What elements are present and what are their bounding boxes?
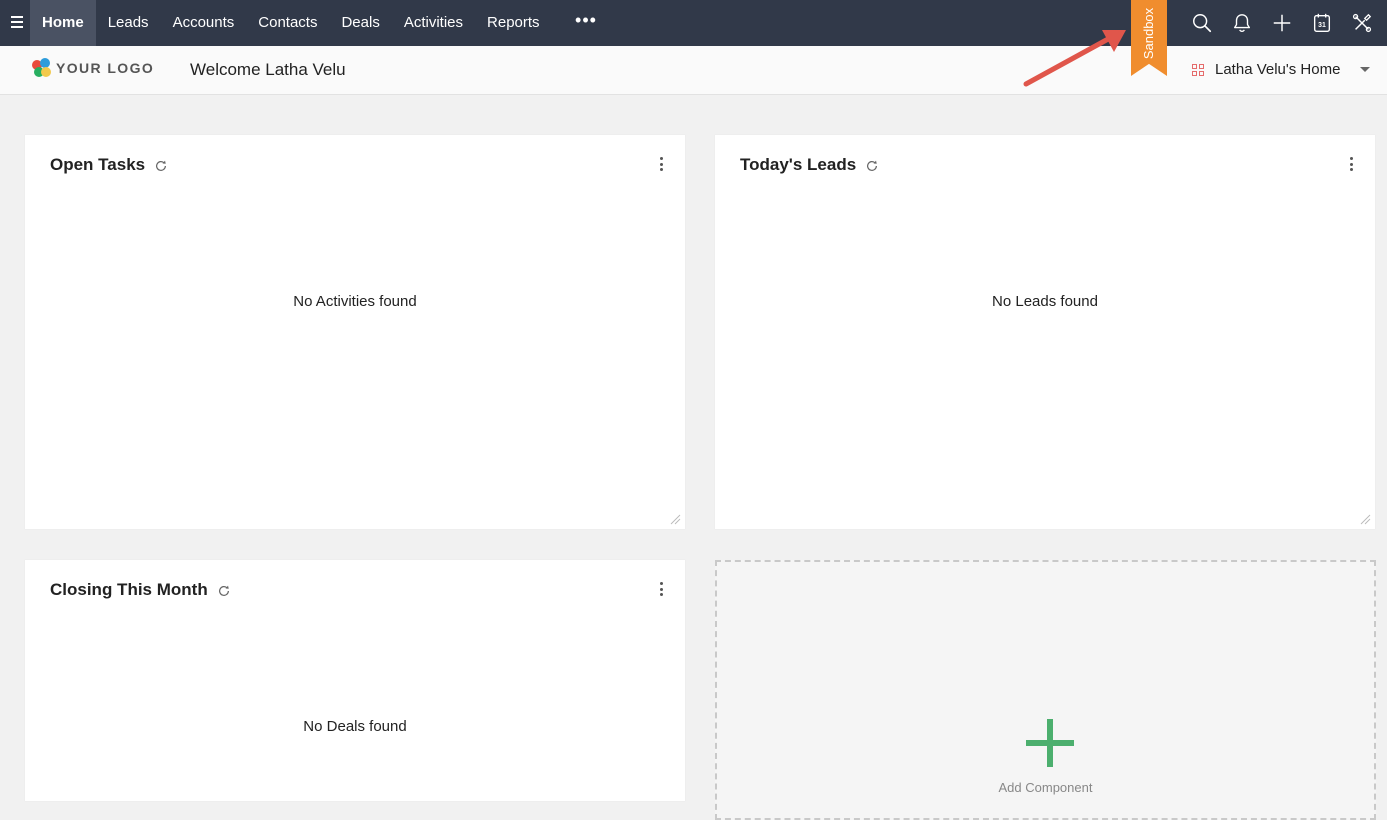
nav-tab-activities[interactable]: Activities [392,0,475,46]
open-tasks-card: Open Tasks No Activities found [25,135,685,529]
home-view-selector[interactable]: Latha Velu's Home [1192,61,1371,78]
nav-tab-home[interactable]: Home [30,0,96,46]
sub-header: YOUR LOGO Welcome Latha Velu Latha Velu'… [0,46,1387,95]
nav-tab-contacts[interactable]: Contacts [246,0,329,46]
add-component-area[interactable]: Add Component [715,560,1376,820]
todays-leads-empty-message: No Leads found [992,293,1098,310]
refresh-icon[interactable] [865,159,879,173]
todays-leads-card: Today's Leads No Leads found [715,135,1375,529]
annotation-arrow-icon [1023,30,1126,87]
chevron-down-icon [1360,67,1371,72]
plus-icon[interactable] [1262,0,1302,46]
logo-text: YOUR LOGO [56,60,155,76]
open-tasks-title: Open Tasks [50,155,146,174]
add-component-plus-icon[interactable] [1026,719,1074,767]
resize-handle-icon[interactable] [669,513,681,525]
welcome-message: Welcome Latha Velu [190,60,346,79]
home-view-label: Latha Velu's Home [1215,61,1341,78]
card-menu-icon[interactable] [655,580,667,598]
closing-this-month-empty-message: No Deals found [303,718,407,735]
top-nav-bar: Home Leads Accounts Contacts Deals Activ… [0,0,1387,46]
top-icon-bar: 31 [1182,0,1382,46]
calendar-day-label: 31 [1318,22,1326,29]
add-component-label: Add Component [998,780,1093,795]
main-nav: Home Leads Accounts Contacts Deals Activ… [30,0,552,46]
grid-icon [1192,63,1204,76]
resize-handle-icon[interactable] [1359,513,1371,525]
closing-this-month-card: Closing This Month No Deals found [25,560,685,801]
search-icon[interactable] [1182,0,1222,46]
logo-mark-icon [32,58,52,78]
open-tasks-empty-message: No Activities found [293,293,417,310]
card-menu-icon[interactable] [1345,155,1357,173]
sandbox-label: Sandbox [1141,7,1157,59]
calendar-icon[interactable]: 31 [1302,0,1342,46]
company-logo: YOUR LOGO [32,58,154,78]
menu-icon[interactable] [6,13,28,33]
more-tabs-button[interactable]: ••• [570,0,602,46]
nav-tab-reports[interactable]: Reports [475,0,552,46]
todays-leads-title: Today's Leads [740,155,857,174]
bell-icon[interactable] [1222,0,1262,46]
nav-tab-deals[interactable]: Deals [329,0,391,46]
closing-this-month-title: Closing This Month [50,580,208,599]
tools-icon[interactable] [1342,0,1382,46]
card-menu-icon[interactable] [655,155,667,173]
nav-tab-accounts[interactable]: Accounts [161,0,247,46]
nav-tab-leads[interactable]: Leads [96,0,161,46]
refresh-icon[interactable] [154,159,168,173]
refresh-icon[interactable] [217,584,231,598]
